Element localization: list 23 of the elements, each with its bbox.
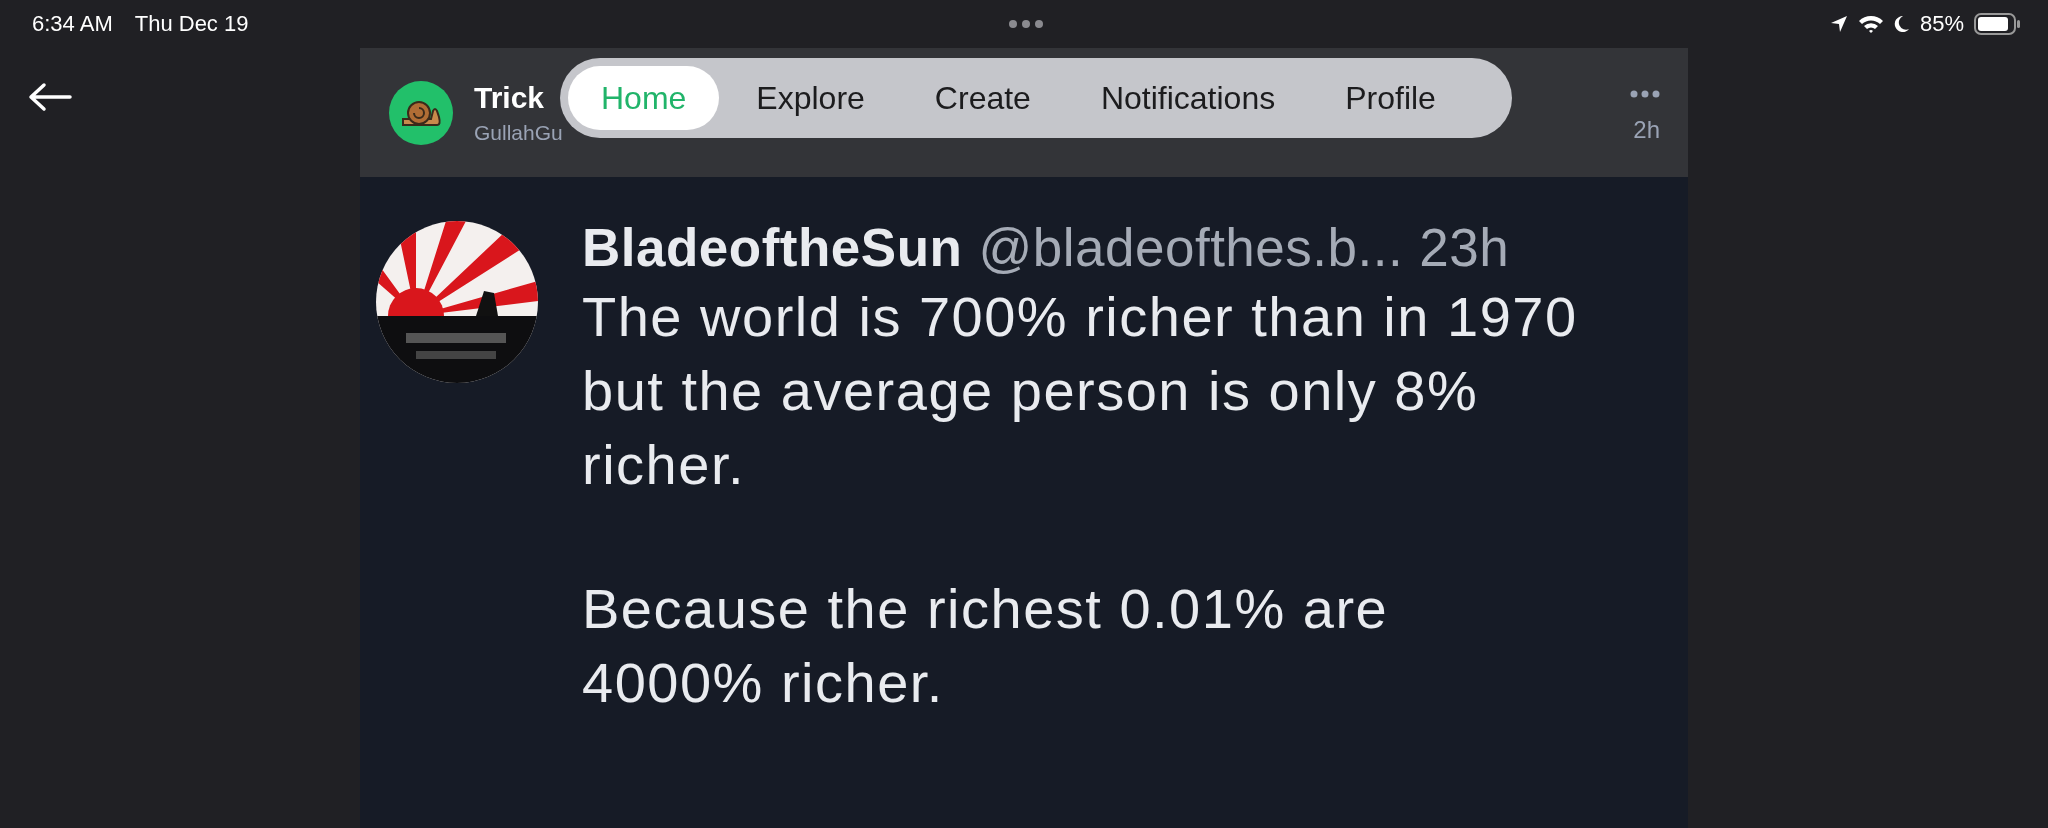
- multitasking-dots-icon[interactable]: [1009, 20, 1043, 28]
- post-author-name: BladeoftheSun: [582, 217, 963, 278]
- more-options-icon[interactable]: [1630, 89, 1660, 98]
- moon-icon: [1893, 15, 1910, 33]
- post-age: 2h: [1633, 115, 1660, 144]
- battery-percent: 85%: [1919, 11, 1964, 37]
- location-icon: [1829, 15, 1848, 33]
- post-paragraph: The world is 700% richer than in 1970 but the average person is only 8% richer.: [582, 284, 1578, 498]
- post-time: 23h: [1419, 217, 1510, 278]
- battery-icon: [1974, 13, 2020, 35]
- back-arrow-icon[interactable]: [28, 82, 72, 112]
- snail-avatar-icon[interactable]: [389, 80, 453, 145]
- author-name[interactable]: Trick: [474, 80, 563, 115]
- nav-tab[interactable]: Notifications: [1067, 66, 1309, 130]
- status-date: Thu Dec 19: [134, 11, 249, 37]
- author-handle: GullahGu: [474, 120, 563, 145]
- post-paragraph: Because the richest 0.01% are 4000% richer.: [582, 576, 1390, 716]
- status-time: 6:34 AM: [32, 11, 113, 37]
- nav-tab[interactable]: Explore: [723, 66, 898, 130]
- nav-tab[interactable]: Profile: [1312, 66, 1469, 130]
- post-author-handle: @bladeofthes.b...: [978, 217, 1404, 278]
- nav-tab[interactable]: Create: [901, 66, 1064, 130]
- wifi-icon: [1857, 14, 1884, 34]
